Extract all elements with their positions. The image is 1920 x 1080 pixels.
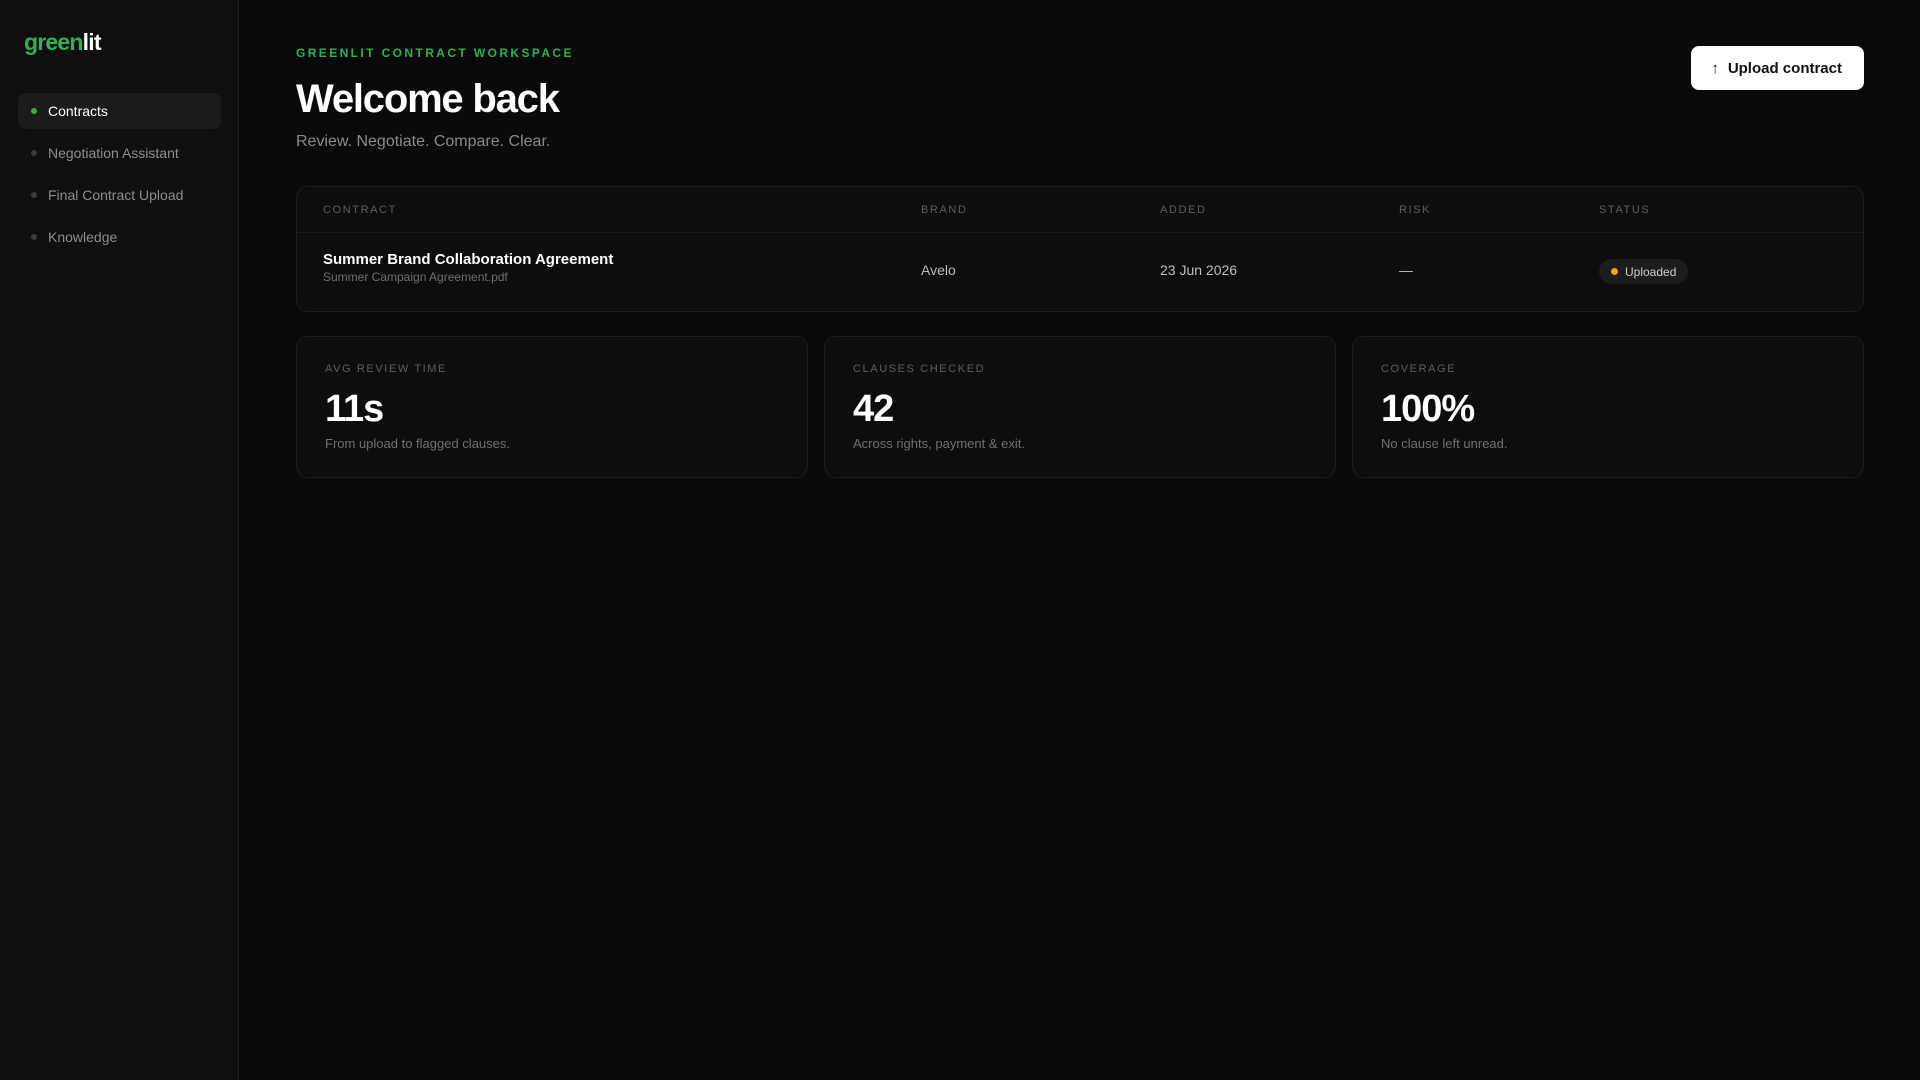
sidebar-nav: Contracts Negotiation Assistant Final Co… [18, 93, 221, 261]
page-subtitle: Review. Negotiate. Compare. Clear. [296, 133, 551, 150]
status-badge: Uploaded [1599, 259, 1689, 284]
table-row[interactable]: Summer Brand Collaboration Agreement Sum… [297, 233, 1863, 311]
contract-added-date: 23 Jun 2026 [1160, 262, 1238, 278]
contract-brand: Avelo [921, 262, 956, 278]
contract-risk: — [1399, 262, 1413, 278]
stat-card-clauses-checked: CLAUSES CHECKED 42 Across rights, paymen… [824, 336, 1336, 478]
app: greenlit Contracts Negotiation Assistant… [0, 0, 1920, 1080]
sidebar-item-knowledge[interactable]: Knowledge [18, 219, 221, 255]
page-title: Welcome back [296, 77, 560, 121]
stat-label: AVG REVIEW TIME [325, 363, 447, 375]
contract-name[interactable]: Summer Brand Collaboration Agreement [323, 251, 613, 268]
nav-dot-icon [31, 192, 37, 198]
nav-dot-icon [31, 234, 37, 240]
contract-filename: Summer Campaign Agreement.pdf [323, 270, 508, 284]
stat-label: CLAUSES CHECKED [853, 363, 986, 375]
stat-description: Across rights, payment & exit. [853, 436, 1025, 451]
logo-green-part: green [24, 29, 83, 55]
column-header-added[interactable]: ADDED [1160, 204, 1207, 216]
table-header: CONTRACT BRAND ADDED RISK STATUS [297, 187, 1863, 233]
sidebar-item-negotiation-assistant[interactable]: Negotiation Assistant [18, 135, 221, 171]
sidebar-item-label: Knowledge [48, 229, 118, 245]
logo[interactable]: greenlit [24, 28, 101, 56]
sidebar-item-label: Final Contract Upload [48, 187, 184, 203]
nav-dot-icon [31, 108, 37, 114]
sidebar-item-contracts[interactable]: Contracts [18, 93, 221, 129]
stat-value: 11s [325, 388, 384, 430]
stat-description: From upload to flagged clauses. [325, 436, 510, 451]
column-header-brand[interactable]: BRAND [921, 204, 968, 216]
stat-description: No clause left unread. [1381, 436, 1508, 451]
contracts-table: CONTRACT BRAND ADDED RISK STATUS Summer … [296, 186, 1864, 312]
workspace-eyebrow: GREENLIT CONTRACT WORKSPACE [296, 46, 574, 60]
stat-card-avg-review-time: AVG REVIEW TIME 11s From upload to flagg… [296, 336, 808, 478]
status-label: Uploaded [1625, 264, 1677, 279]
nav-dot-icon [31, 150, 37, 156]
sidebar-item-label: Contracts [48, 103, 108, 119]
sidebar-item-final-contract-upload[interactable]: Final Contract Upload [18, 177, 221, 213]
upload-contract-button[interactable]: ↑ Upload contract [1691, 46, 1864, 90]
stat-label: COVERAGE [1381, 363, 1457, 375]
status-dot-icon [1611, 268, 1618, 275]
stat-value: 42 [853, 388, 894, 430]
upload-contract-label: Upload contract [1727, 59, 1842, 77]
stat-card-coverage: COVERAGE 100% No clause left unread. [1352, 336, 1864, 478]
column-header-contract[interactable]: CONTRACT [323, 204, 397, 216]
arrow-up-icon: ↑ [1711, 59, 1719, 77]
stat-value: 100% [1381, 388, 1475, 430]
column-header-status[interactable]: STATUS [1599, 204, 1650, 216]
column-header-risk[interactable]: RISK [1399, 204, 1431, 216]
sidebar-item-label: Negotiation Assistant [48, 145, 179, 161]
sidebar: greenlit Contracts Negotiation Assistant… [0, 0, 239, 1080]
logo-white-part: lit [82, 29, 102, 55]
